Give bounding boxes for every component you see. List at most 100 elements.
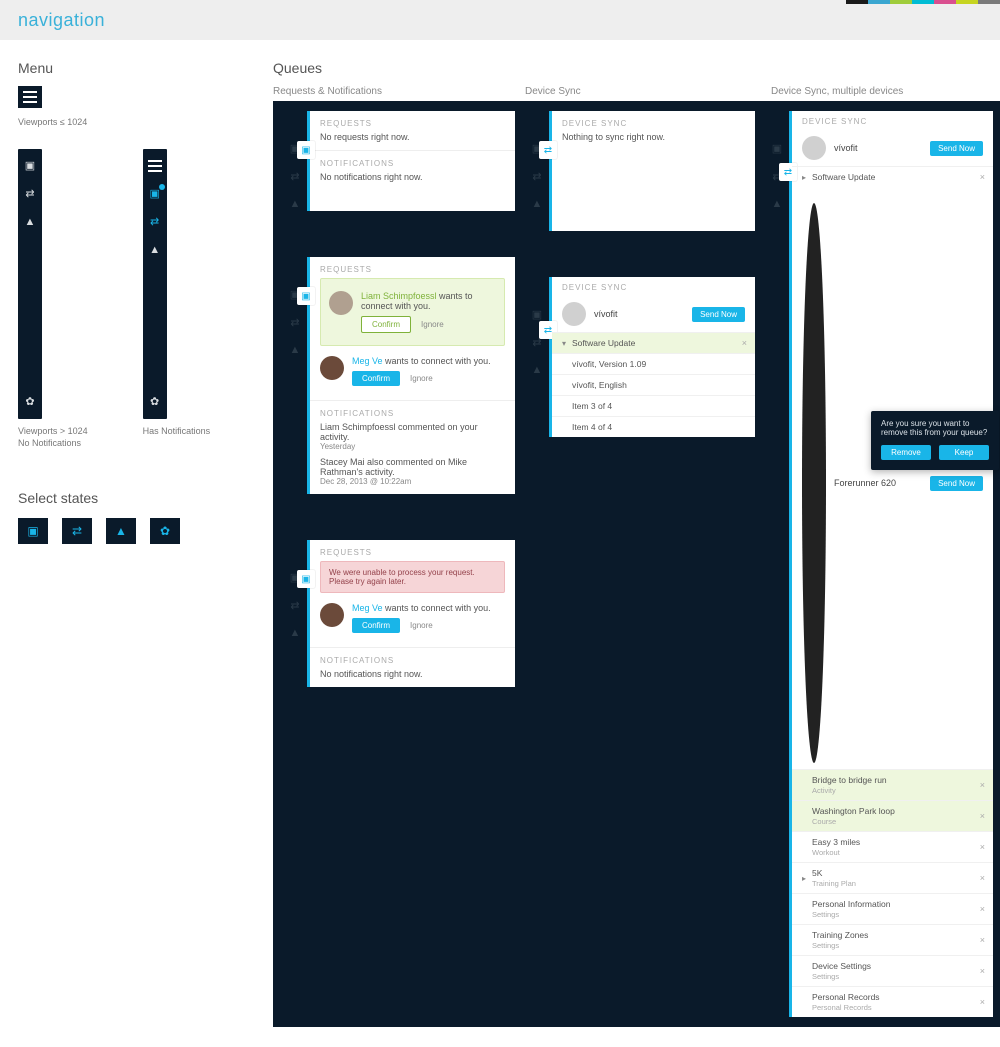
send-now-button[interactable]: Send Now (930, 141, 983, 156)
avatar (320, 603, 344, 627)
queues-col2-label: Device Sync (525, 86, 771, 97)
has-notifications-label: Has Notifications (143, 425, 211, 438)
device-sync-header: DEVICE SYNC (562, 119, 745, 128)
confirm-button[interactable]: Confirm (361, 316, 411, 333)
remove-button[interactable]: Remove (881, 445, 931, 460)
nav-strip-has-notifications: ▣ ⇄ ▲ ✿ (143, 149, 167, 419)
inbox-tab-icon[interactable]: ▣ (297, 570, 315, 588)
notifications-header: NOTIFICATIONS (320, 409, 505, 418)
user-icon: ▲ (288, 197, 302, 211)
sync-row[interactable]: ▸5KTraining Plan× (792, 862, 993, 893)
user-icon: ▲ (288, 343, 302, 357)
close-icon[interactable]: × (980, 935, 985, 945)
hamburger-icon[interactable] (18, 86, 42, 108)
keep-button[interactable]: Keep (939, 445, 989, 460)
user-icon[interactable]: ▲ (23, 215, 37, 229)
sync-row[interactable]: vívofit, English (552, 374, 755, 395)
caret-icon: ▾ (562, 339, 572, 348)
close-icon[interactable]: × (980, 172, 985, 182)
sync-row[interactable]: Item 3 of 4 (552, 395, 755, 416)
sync-icon[interactable]: ⇄ (23, 187, 37, 201)
no-notifications-text: No notifications right now. (320, 172, 505, 182)
inbox-tab-icon[interactable]: ▣ (297, 287, 315, 305)
inbox-icon[interactable]: ▣ (148, 187, 162, 201)
device-row: vívofit Send Now (792, 130, 993, 166)
close-icon[interactable]: × (980, 842, 985, 852)
close-icon[interactable]: × (980, 780, 985, 790)
ignore-button[interactable]: Ignore (419, 317, 446, 332)
request-name[interactable]: Liam Schimpfoessl (361, 291, 437, 301)
queues-col3-label: Device Sync, multiple devices (771, 86, 1000, 97)
menu-heading: Menu (18, 60, 243, 76)
queue-card-requests: ▣ ▣ ⇄ ▲ REQUESTS Liam Sch (283, 257, 515, 494)
no-notifications-text: No notifications right now. (320, 669, 505, 679)
viewport-large-label: Viewports > 1024 (18, 425, 88, 438)
device-name: vívofit (834, 143, 922, 153)
state-inbox[interactable]: ▣ (18, 518, 48, 544)
caret-icon: ▸ (802, 173, 812, 182)
user-icon[interactable]: ▲ (148, 243, 162, 257)
state-sync[interactable]: ⇄ (62, 518, 92, 544)
notification-text: Stacey Mai also commented on Mike Rathma… (320, 457, 505, 477)
user-icon: ▲ (288, 626, 302, 640)
sync-icon: ⇄ (288, 598, 302, 612)
queue-card-sync-empty: ⇄ ▣ ⇄ ▲ DEVICE SYNC Nothing to sync righ… (525, 111, 755, 231)
inbox-icon: ▣ (530, 307, 544, 321)
sync-row[interactable]: ▾Software Update× (552, 332, 755, 353)
inbox-tab-icon[interactable]: ▣ (297, 141, 315, 159)
sync-icon[interactable]: ⇄ (148, 215, 162, 229)
request-name[interactable]: Meg Ve (352, 603, 383, 613)
send-now-button[interactable]: Send Now (692, 307, 745, 322)
sync-row[interactable]: Personal InformationSettings× (792, 893, 993, 924)
requests-header: REQUESTS (320, 548, 505, 557)
close-icon[interactable]: × (980, 904, 985, 914)
sync-row[interactable]: Personal RecordsPersonal Records× (792, 986, 993, 1017)
close-icon[interactable]: × (980, 811, 985, 821)
close-icon[interactable]: × (980, 873, 985, 883)
error-alert: We were unable to process your request. … (320, 561, 505, 593)
no-notifications-label: No Notifications (18, 437, 88, 450)
confirm-remove-popup: Are you sure you want to remove this fro… (871, 411, 999, 470)
ignore-button[interactable]: Ignore (408, 371, 435, 386)
notifications-header: NOTIFICATIONS (320, 159, 505, 168)
hamburger-icon[interactable] (146, 159, 164, 173)
sync-row[interactable]: Device SettingsSettings× (792, 955, 993, 986)
send-now-button[interactable]: Send Now (930, 476, 983, 491)
topbar: navigation (0, 0, 1000, 40)
confirm-button[interactable]: Confirm (352, 371, 400, 386)
sync-row[interactable]: Bridge to bridge runActivity× (792, 769, 993, 800)
sync-row[interactable]: Easy 3 milesWorkout× (792, 831, 993, 862)
avatar (320, 356, 344, 380)
queues-heading: Queues (273, 60, 1000, 76)
user-icon: ▲ (530, 363, 544, 377)
close-icon[interactable]: × (980, 966, 985, 976)
queues-col1-label: Requests & Notifications (273, 86, 525, 97)
viewport-small-label: Viewports ≤ 1024 (18, 116, 243, 129)
close-icon[interactable]: × (742, 338, 747, 348)
sync-row[interactable]: Item 4 of 4 (552, 416, 755, 437)
sync-row[interactable]: Washington Park loopCourse× (792, 800, 993, 831)
gear-icon[interactable]: ✿ (23, 395, 37, 409)
sync-row[interactable]: Training ZonesSettings× (792, 924, 993, 955)
select-states-row: ▣ ⇄ ▲ ✿ (18, 518, 243, 544)
confirm-button[interactable]: Confirm (352, 618, 400, 633)
popup-text: Are you sure you want to remove this fro… (881, 419, 989, 437)
sync-row[interactable]: ▸Software Update× (792, 166, 993, 187)
state-user[interactable]: ▲ (106, 518, 136, 544)
gear-icon[interactable]: ✿ (148, 395, 162, 409)
state-gear[interactable]: ✿ (150, 518, 180, 544)
avatar (329, 291, 353, 315)
requests-header: REQUESTS (320, 265, 505, 274)
sync-row[interactable]: vívofit, Version 1.09 (552, 353, 755, 374)
inbox-icon[interactable]: ▣ (23, 159, 37, 173)
request-name[interactable]: Meg Ve (352, 356, 383, 366)
sync-tab-icon[interactable]: ⇄ (539, 141, 557, 159)
ignore-button[interactable]: Ignore (408, 618, 435, 633)
close-icon[interactable]: × (980, 997, 985, 1007)
select-states-heading: Select states (18, 490, 243, 506)
nav-strip-no-notifications: ▣ ⇄ ▲ ✿ (18, 149, 42, 419)
brand: navigation (18, 10, 105, 31)
device-row: vívofit Send Now (552, 296, 755, 332)
queue-card-sync-vivofit: ⇄ ▣ ⇄ ▲ DEVICE SYNC vívofit Send Now (525, 277, 755, 437)
accent-stripe (846, 0, 1000, 4)
